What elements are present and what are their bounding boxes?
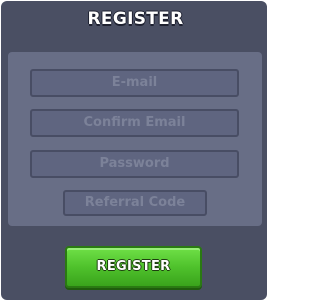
dialog-title: REGISTER xyxy=(87,9,184,29)
email-field[interactable]: E-mail xyxy=(30,69,239,97)
password-field[interactable]: Password xyxy=(30,150,239,178)
register-form: E-mail Confirm Email Password Referral C… xyxy=(8,52,262,226)
confirm-email-field[interactable]: Confirm Email xyxy=(30,109,239,137)
referral-code-field[interactable]: Referral Code xyxy=(63,190,207,216)
register-button[interactable]: REGISTER xyxy=(65,246,202,288)
register-dialog: REGISTER E-mail Confirm Email Password R… xyxy=(1,1,267,300)
